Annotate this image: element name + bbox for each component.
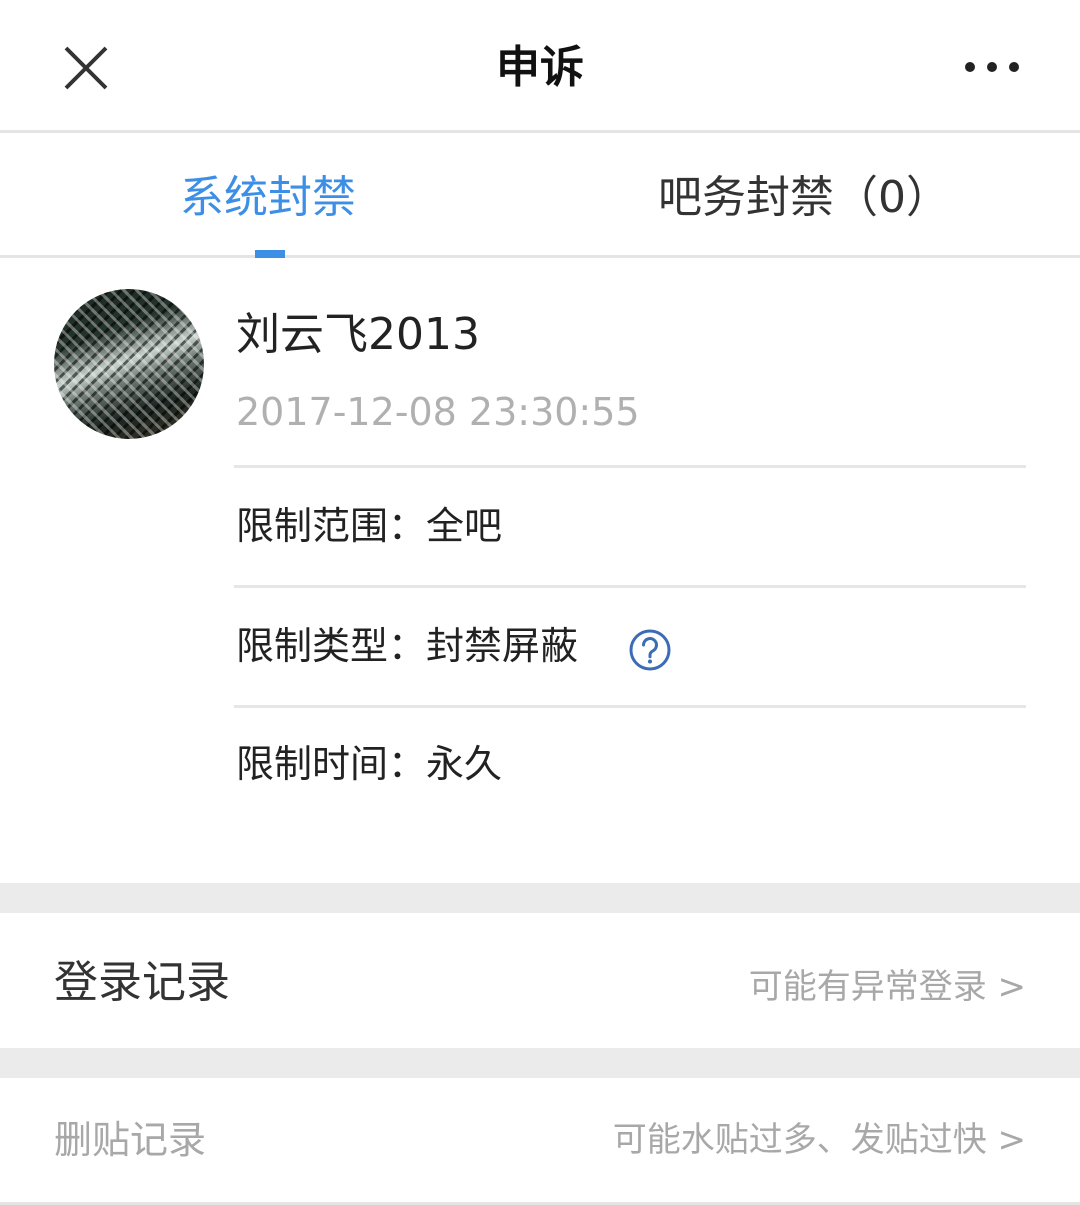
tab-system-ban[interactable]: 系统封禁	[180, 168, 356, 228]
restriction-duration: 限制时间：永久	[236, 742, 503, 786]
section-gap	[0, 1048, 1080, 1078]
delete-record-label: 删贴记录	[54, 1118, 207, 1162]
tab-bar-admin-ban[interactable]: 吧务封禁（0）	[658, 168, 950, 228]
section-gap	[0, 883, 1080, 913]
divider	[234, 465, 1026, 468]
nav-bar: 申诉	[0, 0, 1080, 133]
page-title: 申诉	[496, 42, 584, 93]
help-icon[interactable]	[628, 628, 672, 672]
restriction-scope: 限制范围：全吧	[236, 504, 503, 548]
delete-record-hint: 可能水贴过多、发贴过快 >	[612, 1120, 1026, 1160]
divider	[234, 705, 1026, 708]
more-icon[interactable]	[962, 55, 1022, 79]
login-record-hint: 可能有异常登录 >	[748, 967, 1026, 1007]
restriction-type: 限制类型：封禁屏蔽	[236, 624, 579, 668]
ban-datetime: 2017-12-08 23:30:55	[236, 390, 640, 434]
divider	[234, 585, 1026, 588]
tab-bar: 系统封禁 吧务封禁（0）	[0, 136, 1080, 258]
ban-record-card: 刘云飞2013 2017-12-08 23:30:55 限制范围：全吧 限制类型…	[0, 261, 1080, 883]
login-record-label: 登录记录	[54, 957, 230, 1008]
tab-indicator	[255, 250, 285, 258]
username: 刘云飞2013	[236, 309, 480, 360]
login-record-row[interactable]: 登录记录 可能有异常登录 >	[0, 913, 1080, 1048]
avatar	[54, 289, 204, 439]
delete-record-row[interactable]: 删贴记录 可能水贴过多、发贴过快 >	[0, 1078, 1080, 1202]
